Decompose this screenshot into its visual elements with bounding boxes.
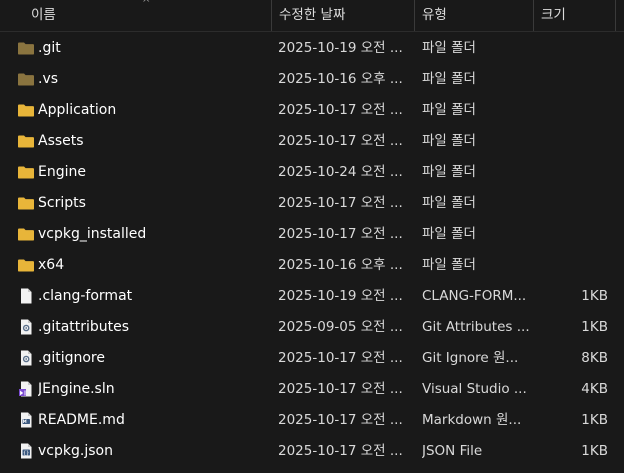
file-type: 파일 폴더	[422, 195, 476, 211]
list-item[interactable]: .clang-format 2025-10-19 오전 ... CLANG-FORM…	[0, 281, 624, 312]
column-divider[interactable]	[533, 0, 534, 31]
file-size: 1KB	[581, 412, 608, 428]
file-size	[540, 219, 608, 250]
file-type: JSON File	[422, 443, 483, 459]
gear-file-icon	[17, 350, 35, 366]
folder-icon	[17, 164, 35, 180]
list-item[interactable]: .git 2025-10-19 오전 ... 파일 폴더	[0, 33, 624, 64]
list-item[interactable]: vcpkg_installed 2025-10-17 오전 ... 파일 폴더	[0, 219, 624, 250]
file-name: x64	[38, 257, 65, 273]
file-icon	[17, 288, 35, 304]
list-item[interactable]: Assets 2025-10-17 오전 ... 파일 폴더	[0, 126, 624, 157]
file-name: vcpkg.json	[38, 443, 113, 459]
file-date: 2025-10-16 오후 ...	[278, 257, 403, 273]
list-item[interactable]: Engine 2025-10-24 오전 ... 파일 폴더	[0, 157, 624, 188]
file-list: .git 2025-10-19 오전 ... 파일 폴더 .vs 2025-10-16…	[0, 33, 624, 467]
column-header-date[interactable]: 수정한 날짜	[279, 0, 345, 31]
column-divider[interactable]	[271, 0, 272, 31]
list-item[interactable]: JEngine.sln 2025-10-17 오전 ... Visual Studi…	[0, 374, 624, 405]
folder-icon	[17, 71, 35, 87]
gear-file-icon	[17, 319, 35, 335]
file-size: 1KB	[581, 288, 608, 304]
folder-icon	[17, 195, 35, 211]
visual-studio-file-icon	[17, 381, 35, 397]
file-name: Assets	[38, 133, 84, 149]
list-item[interactable]: {} vcpkg.json 2025-10-17 오전 ... JSON File 1K…	[0, 436, 624, 467]
file-name: Application	[38, 102, 117, 118]
file-date: 2025-10-17 오전 ...	[278, 381, 403, 397]
file-size	[540, 157, 608, 188]
file-date: 2025-10-17 오전 ...	[278, 226, 403, 242]
file-size	[540, 250, 608, 281]
file-name: README.md	[38, 412, 125, 428]
file-date: 2025-10-17 오전 ...	[278, 412, 403, 428]
list-item[interactable]: Application 2025-10-17 오전 ... 파일 폴더	[0, 95, 624, 126]
file-type: 파일 폴더	[422, 226, 476, 242]
file-date: 2025-09-05 오전 ...	[278, 319, 403, 335]
file-size	[540, 64, 608, 95]
file-type: Git Attributes ...	[422, 319, 530, 335]
file-type: 파일 폴더	[422, 102, 476, 118]
file-name: vcpkg_installed	[38, 226, 147, 242]
file-size	[540, 95, 608, 126]
list-item[interactable]: x64 2025-10-16 오후 ... 파일 폴더	[0, 250, 624, 281]
file-date: 2025-10-17 오전 ...	[278, 133, 403, 149]
file-size: 4KB	[581, 381, 608, 397]
file-type: 파일 폴더	[422, 40, 476, 56]
file-size: 1KB	[581, 319, 608, 335]
file-date: 2025-10-19 오전 ...	[278, 288, 403, 304]
file-date: 2025-10-17 오전 ...	[278, 195, 403, 211]
column-header-bar: ^ 이름 수정한 날짜 유형 크기	[0, 0, 624, 32]
file-type: Markdown 원...	[422, 412, 522, 428]
column-header-size[interactable]: 크기	[541, 0, 566, 31]
file-date: 2025-10-24 오전 ...	[278, 164, 403, 180]
file-size	[540, 188, 608, 219]
file-size	[540, 126, 608, 157]
list-item[interactable]: .vs 2025-10-16 오후 ... 파일 폴더	[0, 64, 624, 95]
file-size: 1KB	[581, 443, 608, 459]
file-name: .gitignore	[38, 350, 105, 366]
column-divider[interactable]	[615, 0, 616, 31]
markdown-file-icon	[17, 412, 35, 428]
file-type: 파일 폴더	[422, 257, 476, 273]
file-name: Engine	[38, 164, 86, 180]
json-file-icon: {}	[17, 443, 35, 459]
file-type: Visual Studio ...	[422, 381, 527, 397]
file-name: .clang-format	[38, 288, 133, 304]
file-type: 파일 폴더	[422, 133, 476, 149]
column-header-name[interactable]: 이름	[31, 0, 56, 31]
file-name: .vs	[38, 71, 59, 87]
file-date: 2025-10-19 오전 ...	[278, 40, 403, 56]
file-type: CLANG-FORM...	[422, 288, 527, 304]
file-date: 2025-10-16 오후 ...	[278, 71, 403, 87]
file-type: 파일 폴더	[422, 71, 476, 87]
list-item[interactable]: .gitattributes 2025-09-05 오전 ... Git Attri…	[0, 312, 624, 343]
file-date: 2025-10-17 오전 ...	[278, 350, 403, 366]
folder-icon	[17, 257, 35, 273]
file-name: JEngine.sln	[38, 381, 115, 397]
file-name: .gitattributes	[38, 319, 130, 335]
file-name: .git	[38, 40, 61, 56]
column-divider[interactable]	[414, 0, 415, 31]
file-size	[540, 33, 608, 64]
sort-ascending-icon: ^	[142, 0, 151, 9]
list-item[interactable]: README.md 2025-10-17 오전 ... Markdown 원... 1…	[0, 405, 624, 436]
list-item[interactable]: Scripts 2025-10-17 오전 ... 파일 폴더	[0, 188, 624, 219]
list-item[interactable]: .gitignore 2025-10-17 오전 ... Git Ignore 원.…	[0, 343, 624, 374]
file-name: Scripts	[38, 195, 86, 211]
folder-icon	[17, 40, 35, 56]
folder-icon	[17, 102, 35, 118]
file-type: Git Ignore 원...	[422, 350, 519, 366]
folder-icon	[17, 133, 35, 149]
column-header-type[interactable]: 유형	[422, 0, 447, 31]
file-date: 2025-10-17 오전 ...	[278, 102, 403, 118]
file-size: 8KB	[581, 350, 608, 366]
svg-text:{}: {}	[23, 450, 29, 456]
file-type: 파일 폴더	[422, 164, 476, 180]
file-date: 2025-10-17 오전 ...	[278, 443, 403, 459]
folder-icon	[17, 226, 35, 242]
